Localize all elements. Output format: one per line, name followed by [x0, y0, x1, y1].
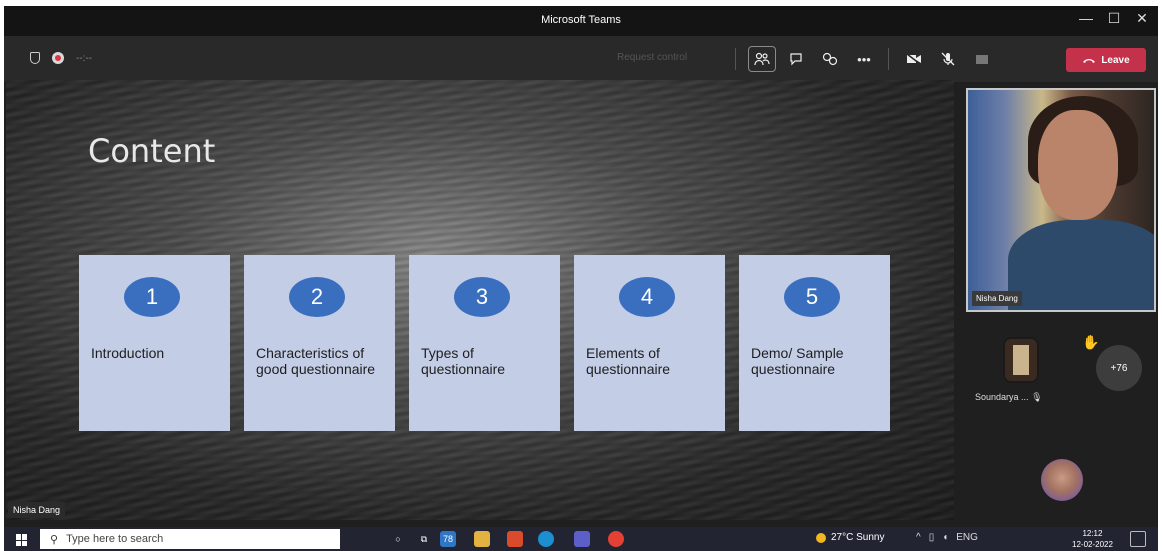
mic-off-icon: 🎙 — [1031, 392, 1043, 402]
taskbar-search[interactable]: ⚲ Type here to search — [40, 529, 340, 549]
slide-title: Content — [88, 132, 216, 170]
card-label: Characteristics of good questionnaire — [256, 345, 376, 377]
language-indicator[interactable]: ENG — [956, 532, 978, 543]
video-face — [1038, 110, 1118, 220]
share-screen-icon — [976, 54, 988, 64]
content-card: 4 Elements of questionnaire — [574, 255, 725, 431]
reactions-button[interactable] — [816, 46, 844, 72]
chat-icon — [790, 53, 802, 66]
participant-avatar-2[interactable] — [1041, 459, 1083, 501]
card-label: Introduction — [91, 345, 165, 361]
card-number: 1 — [124, 277, 180, 317]
presenter-video[interactable]: Nisha Dang — [966, 88, 1156, 312]
file-explorer-icon[interactable] — [474, 531, 490, 547]
more-participants-button[interactable]: +76 — [1096, 345, 1142, 391]
teams-badge: 78 — [442, 534, 453, 544]
video-name-tag: Nisha Dang — [972, 291, 1022, 306]
participant-avatar[interactable] — [1003, 337, 1039, 383]
meeting-timer: --:-- — [76, 52, 93, 64]
people-button[interactable] — [748, 46, 776, 72]
network-icon[interactable]: ▯ — [929, 532, 935, 543]
presenter-name-tag: Nisha Dang — [8, 502, 66, 518]
weather-widget[interactable]: 27°C Sunny — [816, 532, 884, 543]
mic-off-icon — [941, 52, 955, 66]
toolbar-divider — [888, 48, 889, 70]
leave-label: Leave — [1101, 54, 1130, 66]
more-icon: ••• — [857, 51, 871, 67]
sun-icon — [816, 532, 826, 543]
camera-off-icon — [906, 53, 921, 65]
task-view-icon[interactable]: ⧉ — [416, 531, 432, 547]
minimize-button[interactable]: — — [1074, 10, 1098, 26]
teams-taskbar-icon[interactable]: 78 — [440, 531, 456, 547]
content-card: 1 Introduction — [79, 255, 230, 431]
participant-name: Soundarya ... 🎙 — [975, 392, 1043, 403]
search-placeholder: Type here to search — [66, 533, 164, 545]
meeting-status: --:-- — [30, 52, 92, 64]
more-options-button[interactable]: ••• — [850, 46, 878, 72]
raised-hand-icon: ✋ — [1082, 334, 1100, 350]
card-label: Elements of questionnaire — [586, 345, 671, 377]
share-button[interactable] — [968, 46, 996, 72]
card-number: 2 — [289, 277, 345, 317]
camera-button[interactable] — [900, 46, 928, 72]
shared-slide: Content 1 Introduction 2 Characteristics… — [6, 80, 954, 520]
request-control-button[interactable]: Request control — [617, 52, 687, 63]
card-label: Types of questionnaire — [421, 345, 506, 377]
teams-icon[interactable] — [574, 531, 590, 547]
people-icon — [754, 52, 770, 66]
window-title: Microsoft Teams — [541, 14, 621, 26]
avatar-image — [1013, 345, 1029, 375]
notifications-icon[interactable] — [1130, 531, 1146, 547]
leave-button[interactable]: Leave — [1066, 48, 1146, 72]
edge-icon[interactable] — [538, 531, 554, 547]
start-button[interactable] — [16, 534, 28, 546]
maximize-button[interactable]: ☐ — [1102, 10, 1126, 27]
toolbar-divider — [735, 48, 736, 70]
clock-time: 12:12 — [1082, 529, 1103, 538]
reactions-icon — [822, 52, 838, 66]
weather-text: 27°C Sunny — [831, 532, 885, 543]
cortana-icon[interactable]: ○ — [390, 531, 406, 547]
microphone-button[interactable] — [934, 46, 962, 72]
chrome-icon[interactable] — [608, 531, 624, 547]
content-card: 3 Types of questionnaire — [409, 255, 560, 431]
clock-date: 12-02-2022 — [1072, 540, 1113, 549]
system-tray: ^ ▯ ◖ ENG — [916, 532, 978, 543]
video-body — [1008, 220, 1154, 310]
card-number: 3 — [454, 277, 510, 317]
card-number: 5 — [784, 277, 840, 317]
search-icon: ⚲ — [50, 533, 59, 546]
card-label: Demo/ Sample questionnaire — [751, 345, 844, 377]
content-cards: 1 Introduction 2 Characteristics of good… — [79, 255, 890, 431]
clock[interactable]: 12:12 12-02-2022 — [1072, 528, 1113, 550]
volume-icon[interactable]: ◖ — [942, 532, 948, 543]
title-bar: Microsoft Teams — ☐ ✕ — [4, 6, 1158, 36]
meeting-toolbar: --:-- Request control ••• Leave — [4, 36, 1158, 82]
chevron-up-icon[interactable]: ^ — [916, 532, 921, 543]
participant-name-text: Soundarya ... — [975, 392, 1029, 402]
content-card: 5 Demo/ Sample questionnaire — [739, 255, 890, 431]
windows-taskbar: ⚲ Type here to search ○ ⧉ 78 27°C Sunny … — [4, 527, 1158, 551]
phone-hangup-icon — [1083, 58, 1096, 63]
card-number: 4 — [619, 277, 675, 317]
close-button[interactable]: ✕ — [1130, 10, 1154, 27]
shield-icon — [30, 52, 40, 64]
recording-icon — [52, 52, 64, 64]
chat-button[interactable] — [782, 46, 810, 72]
content-card: 2 Characteristics of good questionnaire — [244, 255, 395, 431]
office-icon[interactable] — [507, 531, 523, 547]
